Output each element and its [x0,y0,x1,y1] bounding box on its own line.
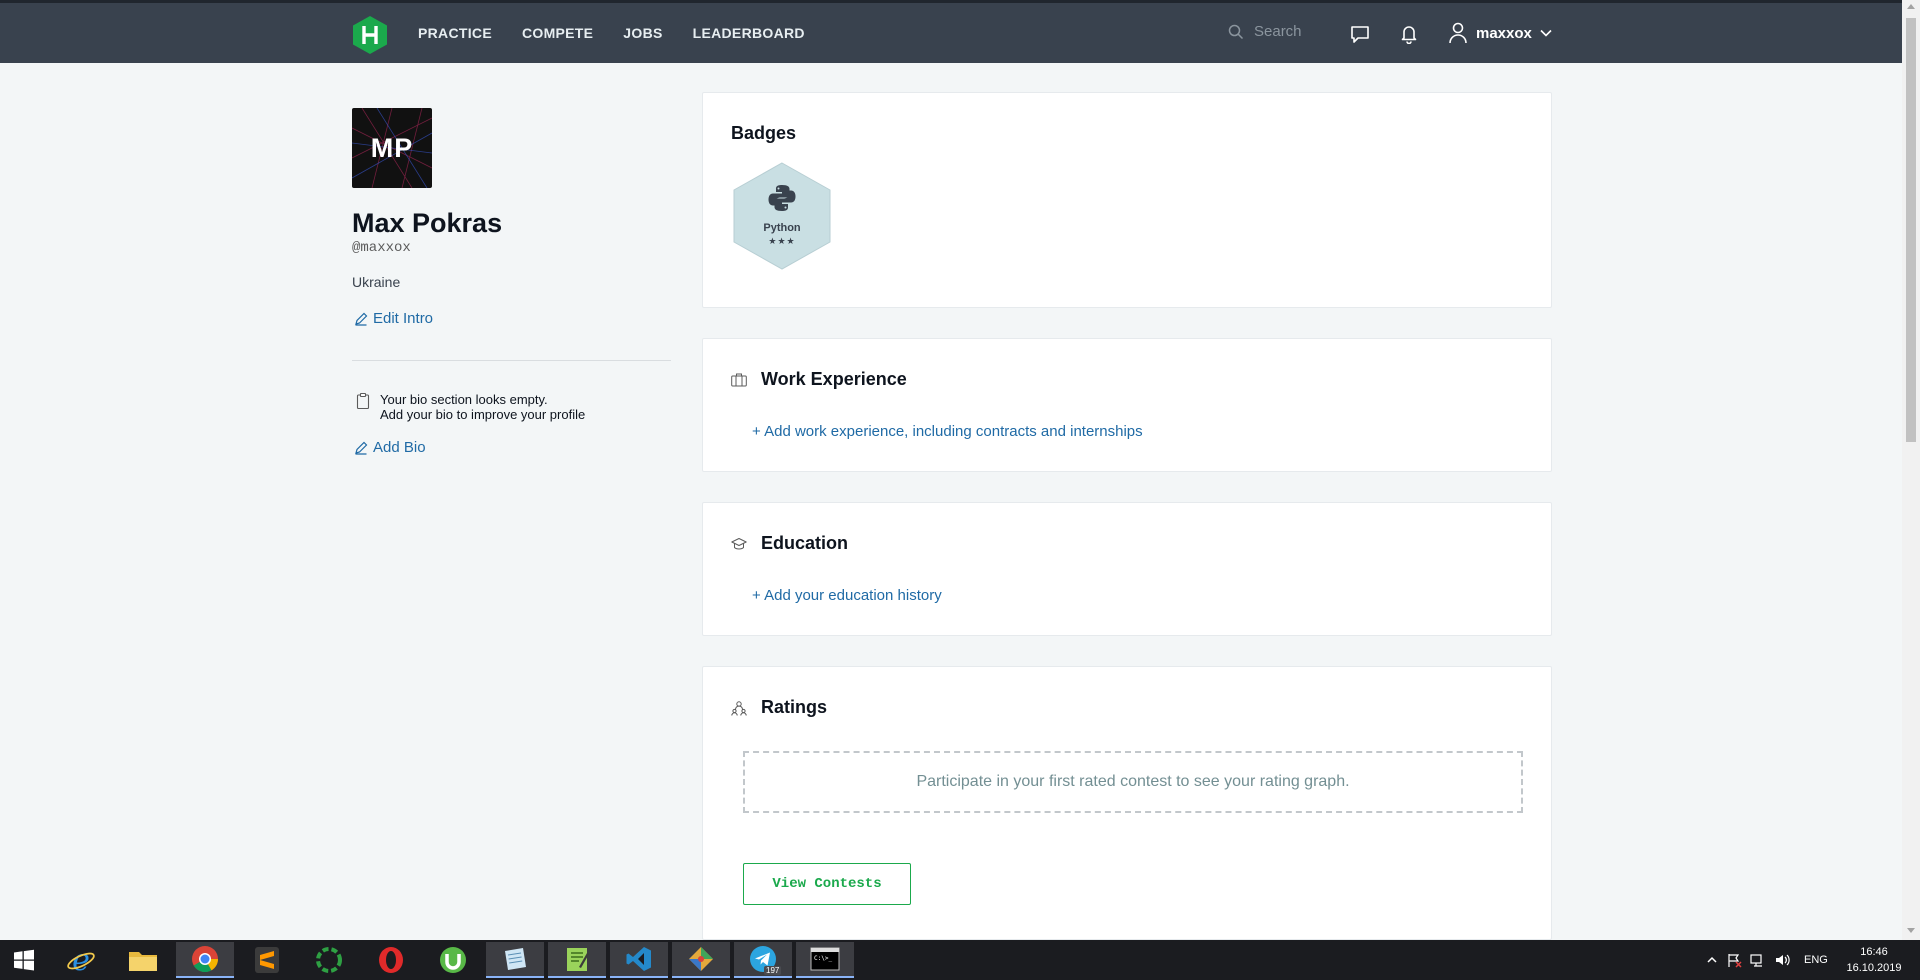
bio-empty-line1: Your bio section looks empty. [380,392,548,407]
network-icon[interactable] [1750,952,1766,968]
python-icon [768,185,796,211]
action-center-flag-icon[interactable] [1726,952,1742,968]
nav-jobs[interactable]: JOBS [623,25,662,41]
colorful-diamond-icon [689,947,713,971]
search-box[interactable]: Search [1228,23,1302,40]
taskbar-utorrent[interactable] [424,942,482,978]
profile-handle: @maxxox [352,240,411,256]
badge-stars: ★★★ [768,236,796,246]
ratings-card: Ratings Participate in your first rated … [702,666,1552,940]
nav-compete[interactable]: COMPETE [522,25,593,41]
taskbar-opera[interactable] [362,942,420,978]
profile-country: Ukraine [352,274,401,290]
badges-card: Badges Python ★★★ [702,92,1552,308]
windows-taskbar: e 197 C:\>_ ENG 16:46 16.10.2019 [0,940,1920,980]
user-menu[interactable]: maxxox [1448,22,1552,44]
scroll-up-arrow-icon[interactable] [1907,4,1915,9]
svg-text:C:\>_: C:\>_ [814,955,832,962]
notepad-icon [505,948,526,970]
telegram-unread-count: 197 [764,966,782,975]
taskbar-command-prompt[interactable]: C:\>_ [796,942,854,978]
username-label: maxxox [1476,24,1532,42]
taskbar-clock[interactable]: 16:46 16.10.2019 [1838,944,1910,976]
rating-graph-placeholder: Participate in your first rated contest … [743,751,1523,813]
work-experience-title: Work Experience [761,369,907,389]
nav-leaderboard[interactable]: LEADERBOARD [693,25,805,41]
profile-name: Max Pokras [352,208,503,238]
taskbar-sublime-text[interactable] [238,942,296,978]
sublime-text-icon [255,947,279,973]
clock-time: 16:46 [1860,946,1888,958]
folder-icon [129,952,157,971]
badge-hexagon [733,162,831,270]
chevron-down-icon [1540,29,1552,37]
notification-bell-icon[interactable] [1399,24,1419,44]
volume-icon[interactable] [1774,952,1790,968]
scroll-thumb[interactable] [1906,18,1916,442]
chrome-icon [192,946,219,973]
search-icon [1228,24,1244,39]
ratings-people-icon [731,700,747,716]
profile-divider [352,360,671,361]
taskbar-file-explorer[interactable] [114,942,172,978]
utorrent-icon [440,947,466,973]
education-header: Education [731,533,848,554]
scroll-down-arrow-icon[interactable] [1907,928,1915,933]
badge-name: Python [763,222,801,234]
ratings-header: Ratings [731,697,827,718]
taskbar-vscode[interactable] [610,942,668,978]
ratings-title: Ratings [761,697,828,717]
add-bio-link[interactable]: Add Bio [354,439,426,456]
pencil-icon [355,441,368,455]
system-tray: ENG [1706,940,1828,980]
avatar-initials: MP [370,132,414,163]
clock-date: 16.10.2019 [1846,962,1902,974]
sync-circle-icon [316,947,342,973]
input-language[interactable]: ENG [1804,954,1828,966]
internet-explorer-icon: e [67,945,95,975]
edit-intro-label: Edit Intro [373,310,434,327]
view-contests-button[interactable]: View Contests [743,863,911,905]
command-prompt-icon: C:\>_ [810,947,840,971]
rating-graph-empty-text: Participate in your first rated contest … [916,773,1350,790]
taskbar-notepad-plus-plus[interactable] [548,942,606,978]
taskbar-chrome[interactable] [176,942,234,978]
work-experience-card: Work Experience + Add work experience, i… [702,338,1552,472]
briefcase-icon [731,373,747,386]
user-icon [1449,22,1467,44]
edit-intro-link[interactable]: Edit Intro [354,310,433,327]
top-navbar: PRACTICE COMPETE JOBS LEADERBOARD Search… [0,0,1902,63]
notepad-plus-plus-icon [567,948,589,971]
education-card: Education + Add your education history [702,502,1552,636]
taskbar-telegram[interactable]: 197 [734,942,792,978]
add-education-link[interactable]: + Add your education history [752,587,942,604]
vscode-icon [626,947,651,971]
bio-empty-line2: Add your bio to improve your profile [380,407,586,422]
badges-title: Badges [731,123,797,143]
taskbar-notepad-app[interactable] [486,942,544,978]
education-title: Education [761,533,849,553]
svg-text:e: e [72,945,90,975]
avatar[interactable]: MP [352,108,432,188]
hackerrank-logo[interactable] [351,15,389,55]
vertical-scrollbar[interactable] [1902,0,1920,940]
nav-practice[interactable]: PRACTICE [418,25,492,41]
taskbar-internet-explorer[interactable]: e [52,942,110,978]
taskbar-game-app[interactable] [672,942,730,978]
add-work-experience-link[interactable]: + Add work experience, including contrac… [752,423,1143,440]
bio-empty-notice: Your bio section looks empty. Add your b… [356,392,585,422]
work-experience-header: Work Experience [731,369,907,390]
python-badge[interactable]: Python ★★★ [731,161,833,271]
start-button[interactable] [0,942,48,978]
clipboard-icon [356,392,370,410]
taskbar-sync-app[interactable] [300,942,358,978]
messages-icon[interactable] [1350,24,1370,44]
opera-icon [379,947,403,973]
search-input[interactable]: Search [1254,23,1302,40]
windows-logo-icon [14,949,34,971]
tray-expand-icon[interactable] [1706,955,1718,965]
graduation-cap-icon [731,537,747,549]
pencil-icon [355,312,368,326]
add-bio-label: Add Bio [373,439,426,456]
